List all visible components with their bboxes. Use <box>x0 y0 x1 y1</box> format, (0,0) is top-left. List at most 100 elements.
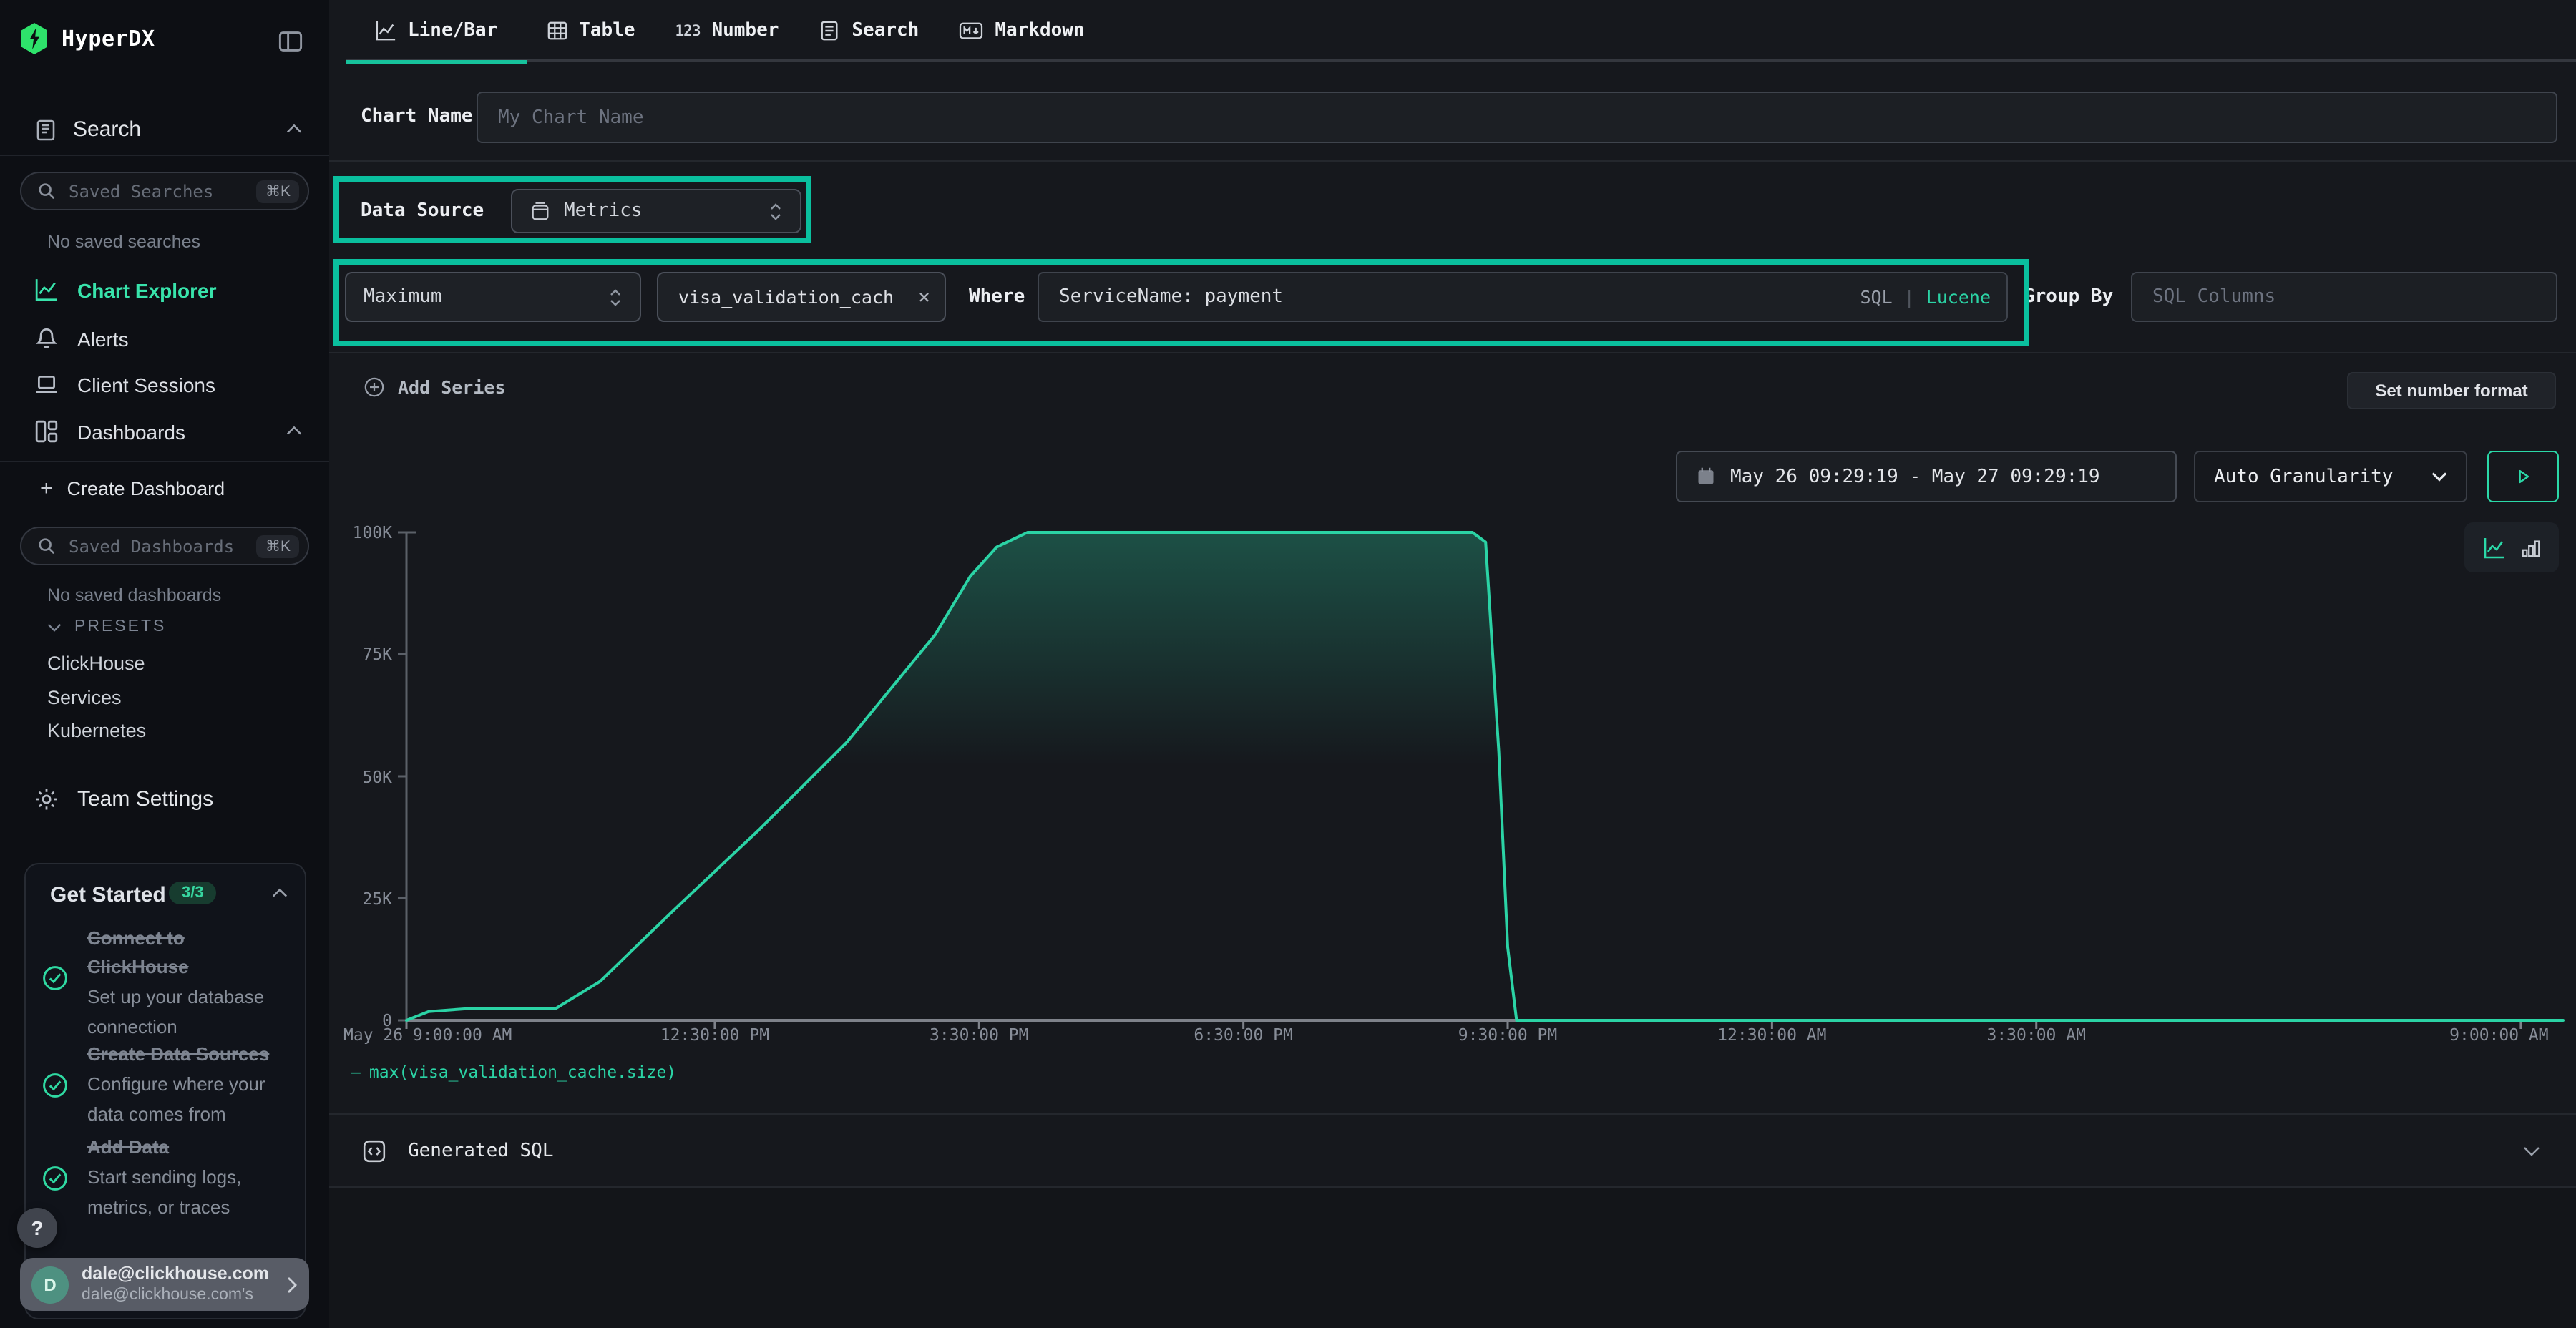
onboarding-item-title: Create Data Sources <box>87 1040 276 1069</box>
where-field: SQL | Lucene <box>1038 272 2008 322</box>
sidebar-item-chart-explorer[interactable]: Chart Explorer <box>34 278 217 302</box>
tab-search[interactable]: Search <box>799 0 939 62</box>
tab-line-bar[interactable]: Line/Bar <box>346 0 526 62</box>
chevron-up-icon[interactable] <box>272 887 288 899</box>
brand[interactable]: HyperDX <box>20 23 155 54</box>
run-query-button[interactable] <box>2487 451 2559 502</box>
sidebar-item-label: Chart Explorer <box>77 278 217 301</box>
select-chevrons-icon <box>608 287 623 307</box>
sidebar-item-dashboards[interactable]: Dashboards <box>34 419 185 444</box>
metric-tag[interactable]: visa_validation_cach × <box>657 272 946 322</box>
chevron-up-icon[interactable] <box>286 425 302 436</box>
x-tick-label: 12:30:00 AM <box>1717 1026 1826 1045</box>
saved-dashboards-search[interactable]: ⌘K <box>20 527 309 565</box>
screenshot-stage: HyperDX Search <box>0 0 2576 1328</box>
gear-icon <box>34 787 59 811</box>
data-source-select[interactable]: Metrics <box>511 189 801 233</box>
saved-searches-input[interactable] <box>66 180 247 202</box>
y-tick-label: 25K <box>329 890 392 909</box>
x-tick-label: May 26 9:00:00 AM <box>343 1026 512 1045</box>
data-source-label: Data Source <box>361 200 484 222</box>
preset-services[interactable]: Services <box>47 687 122 708</box>
bell-icon <box>34 326 59 351</box>
table-icon <box>546 20 567 42</box>
progress-badge: 3/3 <box>169 882 217 904</box>
preset-kubernetes[interactable]: Kubernetes <box>47 720 146 741</box>
journal-icon <box>34 118 57 141</box>
onboarding-item-title: Add Data <box>87 1133 276 1162</box>
create-dashboard-button[interactable]: + Create Dashboard <box>40 477 225 501</box>
get-started-panel: Get Started 3/3 Connect to ClickHouse Se… <box>24 863 306 1319</box>
user-workspace: dale@clickhouse.com's <box>82 1285 273 1305</box>
x-tick-label: 6:30:00 PM <box>1194 1026 1293 1045</box>
team-settings-label: Team Settings <box>77 787 213 811</box>
remove-metric-icon[interactable]: × <box>918 285 930 308</box>
metric-tag-label: visa_validation_cach <box>678 286 904 308</box>
onboarding-item-desc: Configure where your data comes from <box>87 1069 276 1129</box>
user-menu[interactable]: D dale@clickhouse.com dale@clickhouse.co… <box>20 1258 309 1311</box>
line-chart-icon <box>375 20 396 42</box>
line-chart-icon <box>34 278 59 302</box>
granularity-select[interactable]: Auto Granularity <box>2194 451 2467 502</box>
sidebar-item-client-sessions[interactable]: Client Sessions <box>34 372 215 396</box>
plus-icon: + <box>40 477 53 501</box>
sql-toggle[interactable]: SQL <box>1860 286 1892 308</box>
laptop-icon <box>34 372 59 396</box>
timeseries-chart[interactable] <box>329 515 2576 1045</box>
calendar-icon <box>1696 467 1716 487</box>
help-button[interactable]: ? <box>17 1208 57 1248</box>
user-email: dale@clickhouse.com <box>82 1264 273 1285</box>
onboarding-item[interactable]: Create Data Sources Configure where your… <box>87 1040 276 1129</box>
chart-area-fill <box>406 532 2563 1020</box>
shortcut-badge: ⌘K <box>257 180 299 202</box>
preset-clickhouse[interactable]: ClickHouse <box>47 653 145 674</box>
tab-number[interactable]: 123 Number <box>655 0 799 62</box>
chevron-down-icon <box>2431 471 2447 482</box>
time-range-value: May 26 09:29:19 - May 27 09:29:19 <box>1730 466 2100 487</box>
aggregation-select[interactable]: Maximum <box>345 272 641 322</box>
saved-searches-search[interactable]: ⌘K <box>20 172 309 210</box>
sidebar-item-alerts[interactable]: Alerts <box>34 326 129 351</box>
search-icon <box>37 537 56 555</box>
x-tick-label: 3:30:00 PM <box>930 1026 1029 1045</box>
generated-sql-toggle[interactable]: Generated SQL <box>329 1115 2576 1186</box>
set-number-format-button[interactable]: Set number format <box>2347 372 2556 409</box>
granularity-value: Auto Granularity <box>2214 466 2393 487</box>
search-icon <box>37 182 56 200</box>
check-circle-icon <box>42 1072 69 1099</box>
chevron-down-icon <box>47 622 62 632</box>
x-tick-label: 3:30:00 AM <box>1986 1026 2086 1045</box>
brand-name: HyperDX <box>62 26 155 52</box>
chart-name-input[interactable] <box>477 92 2557 143</box>
saved-dashboards-input[interactable] <box>66 534 247 557</box>
content-footer-zone <box>329 1188 2576 1328</box>
onboarding-item-desc: Set up your database connection <box>87 982 276 1042</box>
number-123-icon: 123 <box>675 22 701 39</box>
x-tick-label: 9:00:00 AM <box>2449 1026 2549 1045</box>
legend-marker: — <box>351 1062 361 1082</box>
toggle-divider: | <box>1904 286 1915 308</box>
onboarding-item[interactable]: Add Data Start sending logs, metrics, or… <box>87 1133 276 1222</box>
tab-markdown[interactable]: Markdown <box>939 0 1104 62</box>
no-saved-dashboards-text: No saved dashboards <box>47 585 221 605</box>
sidebar-section-search[interactable]: Search <box>34 117 141 142</box>
divider <box>0 461 329 462</box>
presets-toggle[interactable]: PRESETS <box>47 618 166 635</box>
onboarding-item[interactable]: Connect to ClickHouse Set up your databa… <box>87 924 276 1042</box>
sidebar-item-team-settings[interactable]: Team Settings <box>34 787 213 811</box>
group-by-label: Group By <box>2024 286 2113 308</box>
tab-table[interactable]: Table <box>526 0 655 62</box>
lucene-toggle[interactable]: Lucene <box>1926 286 1991 308</box>
main-content: Line/Bar Table 123 Number <box>329 0 2576 1328</box>
markdown-icon <box>959 20 983 42</box>
chevron-up-icon[interactable] <box>286 123 302 135</box>
add-series-button[interactable]: Add Series <box>364 376 506 398</box>
collapse-sidebar-icon[interactable] <box>278 29 303 54</box>
time-range-picker[interactable]: May 26 09:29:19 - May 27 09:29:19 <box>1676 451 2177 502</box>
chart-type-tabs: Line/Bar Table 123 Number <box>346 0 1105 62</box>
onboarding-item-title: Connect to ClickHouse <box>87 924 276 982</box>
check-circle-icon <box>42 1165 69 1192</box>
group-by-input[interactable] <box>2131 272 2557 322</box>
play-icon <box>2513 467 2533 487</box>
chart-legend[interactable]: — max(visa_validation_cache.size) <box>351 1062 676 1082</box>
